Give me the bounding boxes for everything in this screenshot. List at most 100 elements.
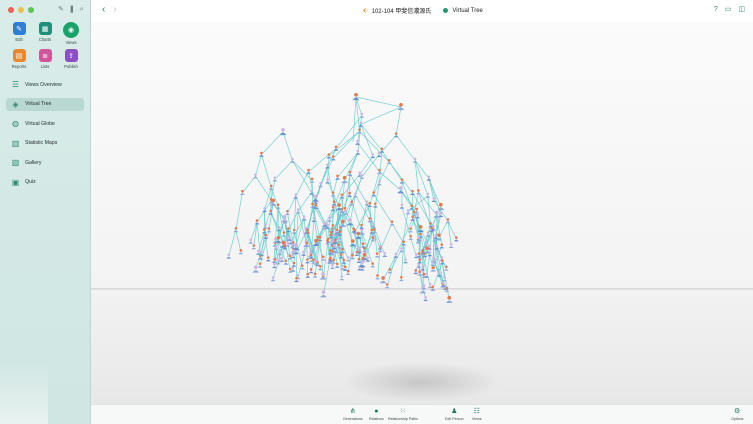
person-node[interactable] — [445, 295, 453, 304]
search-icon[interactable]: ⌕ — [80, 6, 84, 14]
edit-person-button[interactable]: ♟ Edit Person — [445, 408, 464, 421]
virtual-tree-canvas[interactable] — [91, 22, 753, 404]
person-node[interactable] — [305, 258, 310, 264]
person-node[interactable] — [293, 193, 299, 199]
inspector-icon[interactable]: ▭ — [725, 5, 732, 14]
sidebar-item-quiz[interactable]: ▣ Quiz — [6, 176, 84, 189]
person-node[interactable] — [382, 251, 388, 257]
person-node[interactable] — [423, 295, 428, 302]
person-node[interactable] — [413, 269, 419, 275]
sidebar-toggle-icon[interactable]: ◫ — [738, 5, 745, 14]
person-node[interactable] — [262, 223, 268, 229]
person-node[interactable] — [312, 272, 318, 278]
person-node[interactable] — [281, 231, 287, 237]
generations-button[interactable]: ⋔ Generations — [343, 408, 363, 421]
person-node[interactable] — [377, 180, 382, 186]
tag-icon[interactable]: ✎ — [58, 6, 64, 14]
person-node[interactable] — [397, 186, 405, 194]
person-node[interactable] — [372, 202, 378, 208]
person-node[interactable] — [265, 256, 271, 262]
person-node[interactable] — [349, 200, 355, 206]
person-node[interactable] — [370, 152, 376, 159]
person-node[interactable] — [416, 189, 421, 195]
person-node[interactable] — [330, 205, 336, 212]
close-window-button[interactable] — [8, 7, 14, 13]
person-node[interactable] — [291, 228, 297, 234]
bookmark-icon[interactable]: ❚ — [69, 6, 75, 14]
person-node[interactable] — [425, 192, 431, 198]
person-node[interactable] — [272, 263, 277, 269]
person-node[interactable] — [352, 92, 360, 101]
person-node[interactable] — [448, 242, 454, 249]
person-node[interactable] — [325, 178, 331, 184]
sidebar-item-statistic-maps[interactable]: ▥ Statistic Maps — [6, 137, 84, 150]
person-node[interactable] — [306, 168, 311, 174]
person-node[interactable] — [359, 112, 365, 118]
person-node[interactable] — [238, 249, 244, 255]
person-node[interactable] — [349, 239, 357, 247]
person-node[interactable] — [320, 290, 327, 298]
person-node[interactable] — [425, 231, 431, 237]
person-node[interactable] — [408, 234, 414, 240]
person-node[interactable] — [374, 252, 380, 258]
app-publish-button[interactable]: ⇪ Publish — [58, 49, 84, 69]
person-node[interactable] — [330, 191, 336, 197]
sidebar-item-views-overview[interactable]: ☰ Views Overview — [6, 78, 84, 91]
relatives-button[interactable]: ● Relatives — [369, 408, 384, 421]
person-node[interactable] — [357, 128, 362, 134]
app-edit-button[interactable]: ✎ Edit — [6, 22, 32, 45]
options-button[interactable]: ⚙ Options — [731, 408, 743, 421]
person-node[interactable] — [233, 226, 239, 233]
person-node[interactable] — [453, 236, 459, 242]
person-node[interactable] — [439, 259, 445, 265]
person-node[interactable] — [319, 272, 327, 280]
person-node[interactable] — [355, 149, 361, 155]
person-node[interactable] — [290, 157, 295, 163]
person-node[interactable] — [345, 256, 351, 262]
person-node[interactable] — [398, 275, 404, 282]
person-node[interactable] — [393, 132, 399, 138]
person-node[interactable] — [226, 253, 232, 259]
person-node[interactable] — [330, 263, 335, 269]
maximize-window-button[interactable] — [28, 7, 34, 13]
person-node[interactable] — [341, 175, 348, 184]
person-node[interactable] — [279, 127, 287, 136]
person-node[interactable] — [375, 274, 380, 280]
sidebar-item-virtual-tree[interactable]: ◈ Virtual Tree — [6, 97, 84, 111]
person-node[interactable] — [325, 163, 330, 169]
person-node[interactable] — [379, 276, 387, 284]
person-node[interactable] — [439, 243, 445, 249]
person-node[interactable] — [434, 244, 440, 250]
app-charts-button[interactable]: ▦ Charts — [32, 22, 58, 45]
person-node[interactable] — [268, 184, 274, 190]
person-node[interactable] — [341, 258, 347, 264]
person-node[interactable] — [409, 204, 415, 210]
person-node[interactable] — [252, 265, 260, 273]
person-node[interactable] — [347, 191, 353, 197]
person-node[interactable] — [301, 215, 307, 221]
person-node[interactable] — [339, 275, 345, 281]
person-node[interactable] — [430, 285, 436, 291]
sidebar-item-virtual-globe[interactable]: ◍ Virtual Globe — [6, 117, 84, 130]
minimize-window-button[interactable] — [18, 7, 24, 13]
chevron-right-icon[interactable]: › — [113, 4, 116, 16]
person-node[interactable] — [443, 265, 449, 271]
person-node[interactable] — [291, 261, 297, 267]
person-node[interactable] — [403, 258, 408, 264]
person-node[interactable] — [268, 209, 274, 215]
person-node[interactable] — [253, 173, 258, 179]
relationship-paths-button[interactable]: ⁙ Relationship Paths — [388, 408, 418, 421]
person-node[interactable] — [308, 268, 314, 274]
person-node[interactable] — [371, 191, 377, 197]
chevron-left-icon[interactable]: ‹ — [102, 4, 105, 16]
person-node[interactable] — [346, 218, 354, 226]
person-node[interactable] — [353, 192, 358, 198]
sidebar-item-gallery[interactable]: ▧ Gallery — [6, 156, 84, 169]
person-node[interactable] — [248, 238, 254, 244]
person-node[interactable] — [261, 228, 267, 234]
app-lists-button[interactable]: ≣ Lists — [32, 49, 58, 69]
person-node[interactable] — [416, 262, 422, 268]
person-node[interactable] — [285, 209, 290, 216]
views-button[interactable]: ☷ Views — [472, 408, 482, 421]
person-node[interactable] — [251, 244, 257, 250]
